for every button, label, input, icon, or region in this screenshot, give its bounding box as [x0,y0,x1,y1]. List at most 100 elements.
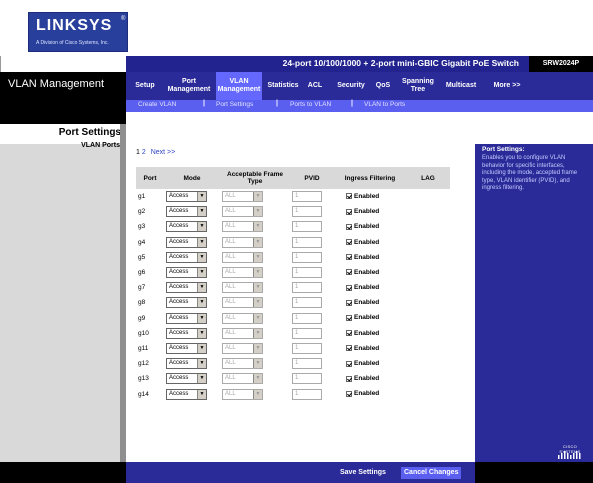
checkbox-checked-icon[interactable] [346,299,352,306]
checkbox-checked-icon[interactable] [346,254,352,261]
chevron-down-icon: ▼ [253,191,262,201]
frame-type-select: ALL ▼ [222,221,263,233]
table-row: g1 Access ▼ ALL ▼ 1 Enabled [136,189,450,205]
model-number: SRW2024P [529,56,593,72]
chevron-down-icon[interactable]: ▼ [197,343,206,353]
ingress-label: Enabled [354,268,380,276]
mode-select[interactable]: Access ▼ [166,388,207,400]
subnav-ports-to-vlan[interactable]: Ports to VLAN [290,101,331,108]
table-row: g4 Access ▼ ALL ▼ 1 Enabled [136,234,450,251]
nav-port-management[interactable]: Port Management [164,72,214,100]
mode-cell: Access ▼ [164,386,220,403]
mode-cell: Access ▼ [164,371,220,387]
table-header-row: Port Mode Acceptable Frame Type PVID Ing… [136,167,450,189]
checkbox-checked-icon[interactable] [346,239,352,246]
mode-select[interactable]: Access ▼ [166,221,207,233]
nav-vlan-management[interactable]: VLAN Management [216,72,262,100]
port-cell: g6 [136,264,164,281]
port-cell: g11 [136,340,164,357]
mode-select[interactable]: Access ▼ [166,267,207,279]
chevron-down-icon[interactable]: ▼ [197,268,206,278]
nav-more[interactable]: More >> [486,72,528,100]
chevron-down-icon[interactable]: ▼ [197,237,206,247]
nav-spanning-tree[interactable]: Spanning Tree [398,72,438,100]
next-page-link[interactable]: Next >> [151,149,176,156]
checkbox-checked-icon[interactable] [346,314,352,321]
chevron-down-icon[interactable]: ▼ [197,207,206,217]
help-text: Enables you to configure VLAN behavior f… [482,155,578,191]
checkbox-checked-icon[interactable] [346,360,352,367]
chevron-down-icon[interactable]: ▼ [197,359,206,369]
subnav-vlan-to-ports[interactable]: VLAN to Ports [364,101,405,108]
checkbox-checked-icon[interactable] [346,330,352,337]
mode-select[interactable]: Access ▼ [166,312,207,324]
checkbox-checked-icon[interactable] [346,284,352,291]
checkbox-checked-icon[interactable] [346,269,352,276]
checkbox-checked-icon[interactable] [346,223,352,230]
frame-type-select: ALL ▼ [222,373,263,385]
cancel-changes-button[interactable]: Cancel Changes [401,467,462,479]
mode-cell: Access ▼ [164,310,220,327]
mode-value: Access [169,223,189,230]
cisco-bridge-icon [558,451,581,459]
linksys-logo: LINKSYS ® A Division of Cisco Systems, I… [28,12,128,52]
nav-multicast[interactable]: Multicast [440,72,482,100]
logo-wordmark: LINKSYS [36,17,113,34]
mode-select[interactable]: Access ▼ [166,342,207,354]
pvid-cell: 1 [290,264,334,281]
chevron-down-icon[interactable]: ▼ [197,313,206,323]
lag-cell [406,386,450,403]
table-row: g14 Access ▼ ALL ▼ 1 Enabled [136,386,450,403]
nav-qos[interactable]: QoS [372,72,394,100]
nav-acl[interactable]: ACL [304,72,326,100]
chevron-down-icon: ▼ [253,389,262,399]
mode-select[interactable]: Access ▼ [166,206,207,218]
mode-select[interactable]: Access ▼ [166,327,207,339]
ingress-cell: Enabled [334,280,406,296]
nav-security[interactable]: Security [332,72,370,100]
chevron-down-icon[interactable]: ▼ [197,252,206,262]
chevron-down-icon[interactable]: ▼ [197,389,206,399]
mode-select[interactable]: Access ▼ [166,373,207,385]
checkbox-checked-icon[interactable] [346,193,352,200]
chevron-down-icon: ▼ [253,207,262,217]
mode-select[interactable]: Access ▼ [166,190,207,202]
chevron-down-icon[interactable]: ▼ [197,298,206,308]
checkbox-checked-icon[interactable] [346,375,352,382]
mode-select[interactable]: Access ▼ [166,236,207,248]
subnav-port-settings[interactable]: Port Settings [216,101,253,108]
left-panel-item-vlan-ports[interactable]: VLAN Ports [81,142,120,149]
checkbox-checked-icon[interactable] [346,390,352,397]
ingress-cell: Enabled [334,325,406,342]
table-row: g7 Access ▼ ALL ▼ 1 Enabled [136,280,450,296]
frame-type-select: ALL ▼ [222,282,263,294]
lag-cell [406,204,450,220]
chevron-down-icon[interactable]: ▼ [197,283,206,293]
frame-type-value: ALL [225,299,236,306]
lag-cell [406,340,450,357]
mode-select[interactable]: Access ▼ [166,358,207,370]
mode-cell: Access ▼ [164,249,220,266]
chevron-down-icon: ▼ [253,313,262,323]
logo-registered-mark: ® [121,16,126,22]
left-panel-title: Port Settings [58,127,121,138]
mode-select[interactable]: Access ▼ [166,282,207,294]
frame-type-value: ALL [225,390,236,397]
chevron-down-icon[interactable]: ▼ [197,222,206,232]
nav-setup[interactable]: Setup [130,72,160,100]
chevron-down-icon[interactable]: ▼ [197,191,206,201]
mode-select[interactable]: Access ▼ [166,251,207,263]
chevron-down-icon[interactable]: ▼ [197,374,206,384]
save-settings-button[interactable]: Save Settings [340,467,386,479]
ingress-label: Enabled [354,375,380,383]
pvid-cell: 1 [290,386,334,403]
nav-statistics[interactable]: Statistics [264,72,302,100]
pvid-cell: 1 [290,249,334,266]
mode-select[interactable]: Access ▼ [166,297,207,309]
subnav-create-vlan[interactable]: Create VLAN [138,101,176,108]
page-2-link[interactable]: 2 [142,149,146,156]
chevron-down-icon[interactable]: ▼ [197,328,206,338]
checkbox-checked-icon[interactable] [346,345,352,352]
ingress-label: Enabled [354,238,380,246]
checkbox-checked-icon[interactable] [346,208,352,215]
